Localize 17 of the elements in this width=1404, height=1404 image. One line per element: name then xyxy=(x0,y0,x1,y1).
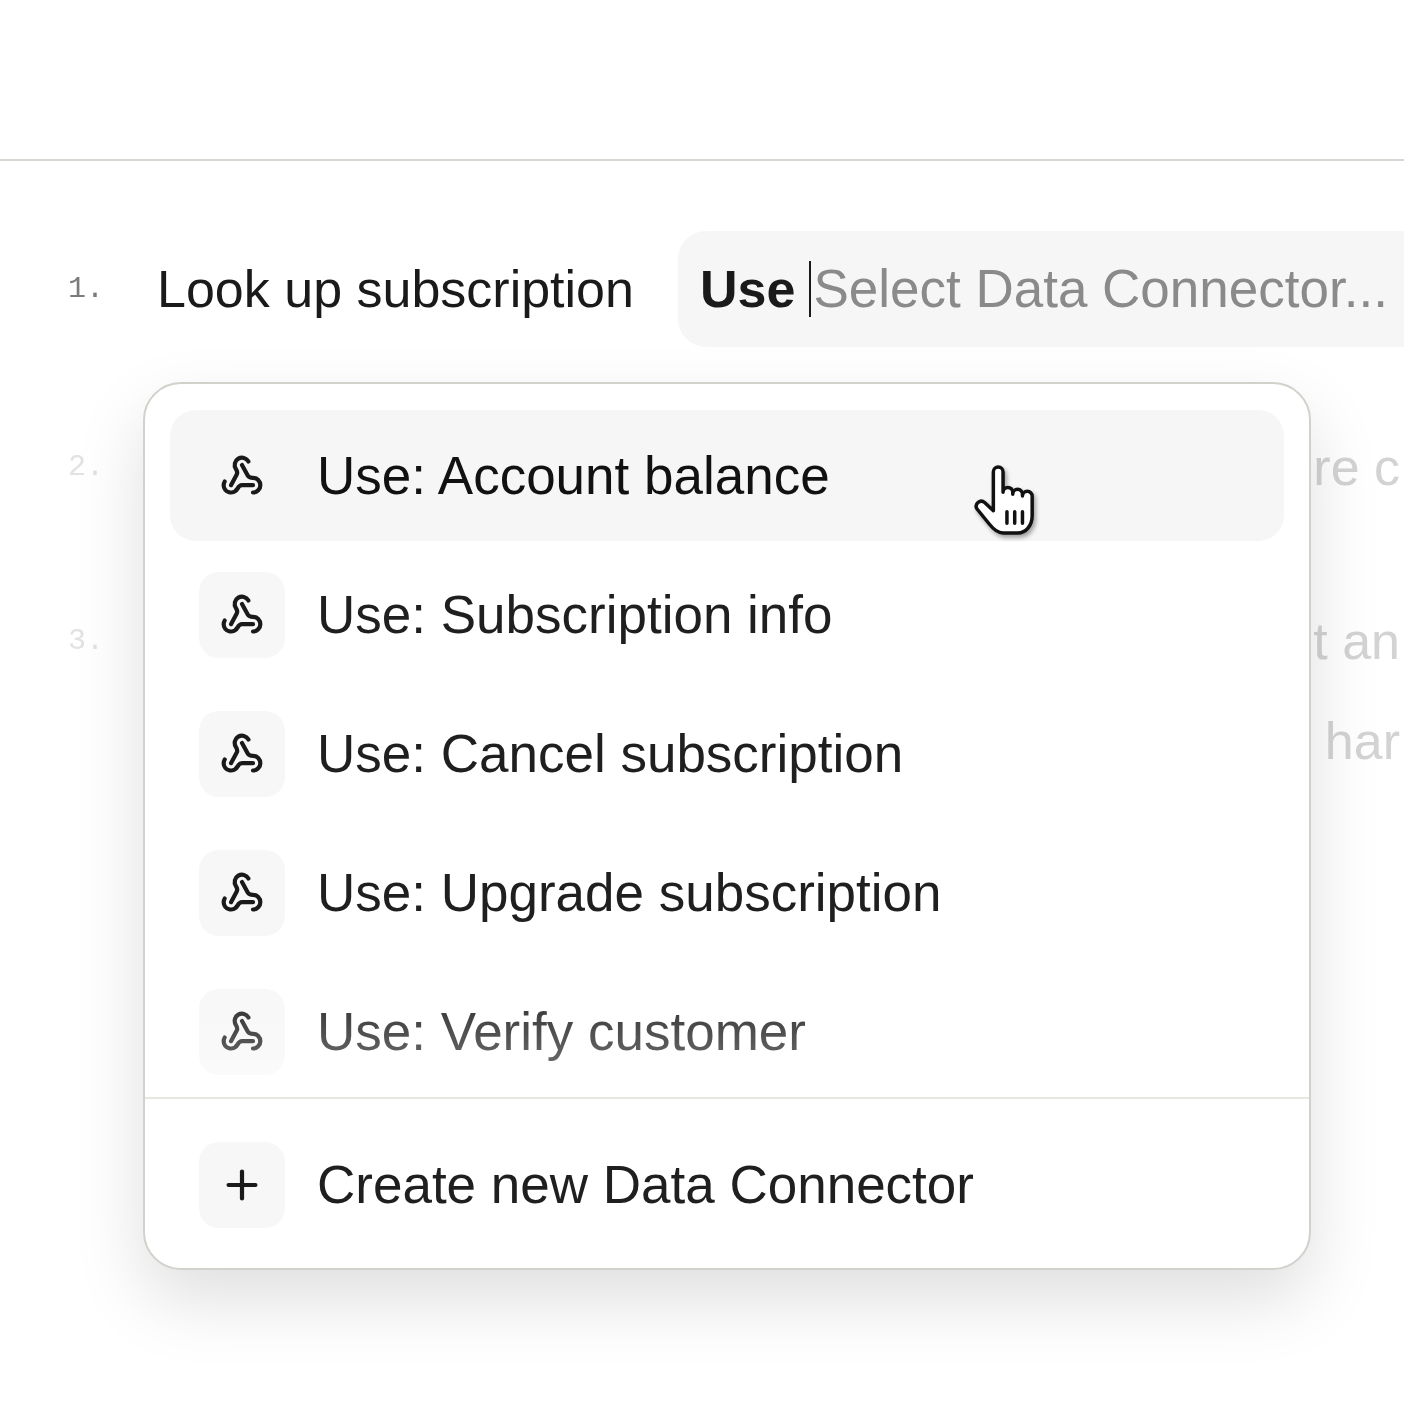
plus-icon xyxy=(199,1141,285,1228)
connector-selector[interactable]: Use Select Data Connector... xyxy=(677,231,1404,347)
step-number: 1. xyxy=(68,271,105,308)
step-text: Look up subscription xyxy=(157,259,634,319)
webhook-icon xyxy=(199,988,285,1075)
field-prefix: Use xyxy=(699,259,796,319)
webhook-icon xyxy=(199,710,285,797)
menu-option[interactable]: Use: Verify customer xyxy=(170,966,1284,1097)
menu-option[interactable]: Use: Upgrade subscription xyxy=(170,827,1284,958)
webhook-icon xyxy=(199,571,285,658)
connector-input[interactable]: Select Data Connector... xyxy=(813,259,1404,319)
menu-option[interactable]: Use: Account balance xyxy=(170,410,1284,541)
menu-option[interactable]: Use: Subscription info xyxy=(170,549,1284,680)
text-cursor-icon xyxy=(809,261,812,317)
menu-option[interactable]: Use: Cancel subscription xyxy=(170,688,1284,819)
create-connector-option[interactable]: Create new Data Connector xyxy=(170,1119,1284,1250)
webhook-icon xyxy=(199,849,285,936)
